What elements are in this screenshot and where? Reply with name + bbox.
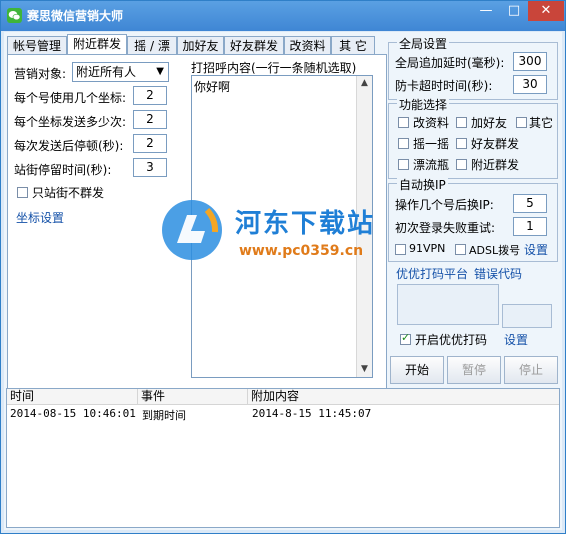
greeting-scrollbar[interactable]: ▲ ▼	[356, 76, 372, 377]
enable-captcha-label: 开启优优打码	[415, 333, 488, 347]
pause-button[interactable]: 暂停	[447, 356, 501, 384]
tab-friend-broadcast[interactable]: 好友群发	[224, 36, 284, 54]
vpn-checkbox[interactable]	[395, 244, 406, 255]
tab-account-management[interactable]: 帐号管理	[7, 36, 67, 54]
tab-edit-profile[interactable]: 改资料	[284, 36, 331, 54]
log-column-extra[interactable]: 附加内容	[248, 389, 559, 404]
feature-nearby-broadcast-checkbox[interactable]	[456, 159, 467, 170]
target-select[interactable]: 附近所有人 ▼	[72, 62, 169, 82]
title-bar[interactable]: 赛思微信营销大师 — □ ✕	[1, 1, 565, 31]
minimize-button[interactable]: —	[472, 1, 500, 21]
adsl-label: ADSL拨号	[469, 244, 521, 257]
log-column-time[interactable]: 时间	[7, 389, 138, 404]
feature-edit-profile-checkbox[interactable]	[398, 117, 409, 128]
stop-button[interactable]: 停止	[504, 356, 558, 384]
greeting-textarea[interactable]: 你好啊 ▲ ▼	[191, 75, 373, 378]
client-area: 帐号管理 附近群发 摇 / 漂 加好友 好友群发 改资料 其 它 营销对象: 附…	[4, 32, 562, 530]
login-retry-input[interactable]: 1	[513, 217, 547, 236]
window-title: 赛思微信营销大师	[27, 9, 124, 23]
log-header: 时间 事件 附加内容	[7, 389, 559, 405]
close-button[interactable]: ✕	[528, 1, 564, 21]
global-delay-label: 全局追加延时(毫秒):	[395, 56, 505, 70]
nearby-broadcast-panel: 营销对象: 附近所有人 ▼ 每个号使用几个坐标: 2 每个坐标发送多少次: 2 …	[7, 54, 387, 408]
global-settings-title: 全局设置	[397, 35, 450, 52]
timeout-label: 防卡超时时间(秒):	[395, 79, 493, 93]
feature-drift-bottle-checkbox[interactable]	[398, 159, 409, 170]
only-stay-label: 只站街不群发	[32, 186, 105, 200]
auto-ip-group: 自动换IP 操作几个号后换IP: 5 初次登录失败重试: 1 91VPN ADS…	[388, 176, 558, 262]
captcha-settings-link[interactable]: 设置	[504, 331, 528, 348]
captcha-platform-label: 优优打码平台	[396, 267, 469, 281]
greeting-text: 你好啊	[194, 80, 231, 94]
feature-friend-broadcast-checkbox[interactable]	[456, 138, 467, 149]
stay-time-input[interactable]: 3	[133, 158, 167, 177]
vpn-label: 91VPN	[409, 242, 446, 255]
coords-per-account-input[interactable]: 2	[133, 86, 167, 105]
feature-shake-checkbox[interactable]	[398, 138, 409, 149]
stay-time-label: 站街停留时间(秒):	[14, 163, 112, 177]
feature-shake-label: 摇一摇	[413, 137, 450, 151]
target-select-value: 附近所有人	[76, 65, 137, 79]
feature-selection-title: 功能选择	[397, 96, 450, 113]
send-per-coord-input[interactable]: 2	[133, 110, 167, 129]
target-label: 营销对象:	[14, 67, 67, 81]
auto-ip-title: 自动换IP	[397, 176, 448, 193]
pause-after-send-label: 每次发送后停顿(秒):	[14, 139, 124, 153]
tab-shake-drift[interactable]: 摇 / 漂	[127, 36, 177, 54]
global-settings-group: 全局设置 全局追加延时(毫秒): 300 防卡超时时间(秒): 30	[388, 35, 558, 100]
app-window: 赛思微信营销大师 — □ ✕ 帐号管理 附近群发 摇 / 漂 加好友 好友群发 …	[0, 0, 566, 534]
adsl-checkbox[interactable]	[455, 244, 466, 255]
enable-captcha-checkbox[interactable]	[400, 331, 411, 345]
only-stay-checkbox[interactable]	[17, 187, 28, 198]
wechat-icon	[7, 8, 22, 23]
coord-settings-link[interactable]: 坐标设置	[16, 209, 64, 226]
tab-add-friends[interactable]: 加好友	[177, 36, 224, 54]
feature-other-label: 其它	[529, 116, 554, 130]
captcha-error-code-link[interactable]: 错误代码	[474, 265, 522, 282]
pause-after-send-input[interactable]: 2	[133, 134, 167, 153]
global-delay-input[interactable]: 300	[513, 52, 547, 71]
log-row-time: 2014-08-15 10:46:01	[10, 407, 136, 420]
switch-after-label: 操作几个号后换IP:	[395, 198, 494, 212]
captcha-balance-box[interactable]	[502, 304, 552, 328]
feature-friend-broadcast-label: 好友群发	[471, 137, 520, 151]
tab-other[interactable]: 其 它	[331, 36, 375, 54]
log-column-event[interactable]: 事件	[138, 389, 248, 404]
feature-add-friends-checkbox[interactable]	[456, 117, 467, 128]
feature-nearby-broadcast-label: 附近群发	[471, 158, 520, 172]
maximize-button[interactable]: □	[500, 1, 528, 21]
coords-per-account-label: 每个号使用几个坐标:	[14, 91, 127, 105]
timeout-input[interactable]: 30	[513, 75, 547, 94]
greeting-label: 打招呼内容(一行一条随机选取)	[191, 61, 357, 75]
scroll-down-icon[interactable]: ▼	[357, 362, 372, 377]
feature-other-checkbox[interactable]	[516, 117, 527, 128]
event-log[interactable]: 时间 事件 附加内容 2014-08-15 10:46:01 到期时间 2014…	[6, 388, 560, 528]
feature-add-friends-label: 加好友	[471, 116, 508, 130]
tab-nearby-broadcast[interactable]: 附近群发	[67, 34, 127, 55]
send-per-coord-label: 每个坐标发送多少次:	[14, 115, 127, 129]
feature-edit-profile-label: 改资料	[413, 116, 450, 130]
log-row-extra: 2014-8-15 11:45:07	[252, 407, 372, 420]
switch-after-input[interactable]: 5	[513, 194, 547, 213]
scroll-up-icon[interactable]: ▲	[357, 76, 372, 91]
log-row-event: 到期时间	[142, 409, 186, 422]
chevron-down-icon: ▼	[156, 66, 164, 77]
captcha-account-box[interactable]	[397, 284, 499, 325]
feature-selection-group: 功能选择 改资料 加好友 其它 摇一摇 好友群发 漂流瓶 附近群发	[388, 96, 558, 179]
feature-drift-bottle-label: 漂流瓶	[413, 158, 450, 172]
login-retry-label: 初次登录失败重试:	[395, 221, 496, 235]
ip-settings-link[interactable]: 设置	[524, 241, 548, 258]
start-button[interactable]: 开始	[390, 356, 444, 384]
